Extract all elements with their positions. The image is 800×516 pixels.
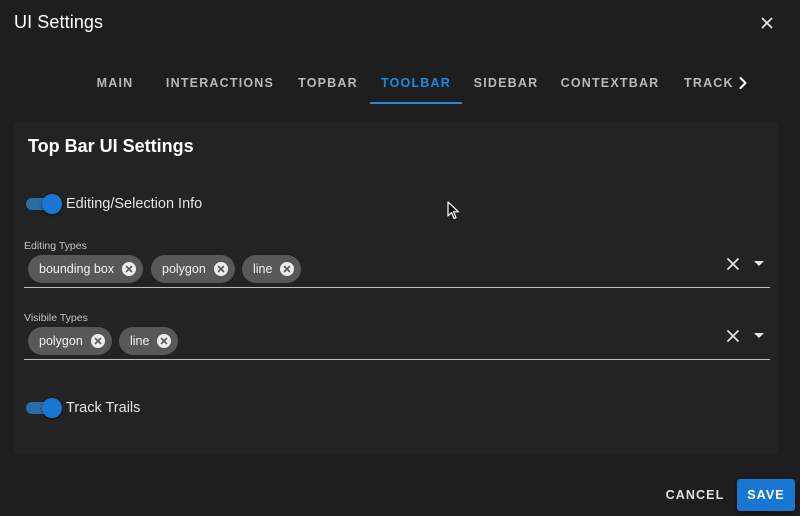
topbar-settings-card: Top Bar UI Settings Editing/Selection In…: [14, 122, 778, 454]
caret-down-icon: [754, 261, 764, 266]
switch-thumb: [42, 194, 62, 214]
chip-label: line: [130, 334, 150, 348]
tabs-next-button[interactable]: [732, 72, 754, 94]
clear-icon: [727, 330, 739, 342]
switch-thumb: [42, 398, 62, 418]
visible-types-underline: [24, 359, 770, 360]
settings-tabs: MAIN INTERACTIONS TOPBAR TOOLBAR SIDEBAR…: [80, 62, 760, 104]
chip-line: line: [242, 255, 301, 283]
clear-icon: [727, 258, 739, 270]
remove-chip-icon[interactable]: [280, 262, 294, 276]
close-icon: [761, 17, 773, 29]
chevron-right-icon: [739, 77, 747, 89]
track-trails-switch[interactable]: [24, 398, 62, 418]
editing-info-switch[interactable]: [24, 194, 62, 214]
tab-main[interactable]: MAIN: [80, 62, 150, 104]
remove-chip-icon[interactable]: [122, 262, 136, 276]
close-button[interactable]: [756, 12, 778, 34]
tab-contextbar[interactable]: CONTEXTBAR: [556, 62, 664, 104]
tab-sidebar[interactable]: SIDEBAR: [468, 62, 544, 104]
chip-polygon: polygon: [28, 327, 112, 355]
editing-info-label: Editing/Selection Info: [66, 196, 203, 212]
track-trails-label: Track Trails: [66, 400, 141, 416]
chip-bounding-box: bounding box: [28, 255, 143, 283]
save-button[interactable]: SAVE: [737, 479, 795, 511]
cancel-button[interactable]: CANCEL: [660, 480, 730, 510]
clear-editing-types-button[interactable]: [722, 253, 744, 275]
remove-chip-icon[interactable]: [157, 334, 171, 348]
active-tab-indicator: [370, 102, 462, 104]
visible-types-label: Visibile Types: [24, 312, 88, 324]
chip-label: polygon: [162, 262, 206, 276]
remove-chip-icon[interactable]: [214, 262, 228, 276]
tab-topbar[interactable]: TOPBAR: [290, 62, 366, 104]
editing-types-underline: [24, 287, 770, 288]
dialog-title: UI Settings: [14, 12, 104, 32]
caret-down-icon: [754, 333, 764, 338]
mouse-pointer-icon: [447, 201, 460, 220]
editing-types-dropdown-button[interactable]: [748, 253, 770, 275]
ui-settings-dialog: UI Settings MAIN INTERACTIONS TOPBAR TOO…: [0, 0, 800, 516]
tab-track[interactable]: TRACK: [684, 62, 734, 104]
card-title: Top Bar UI Settings: [28, 136, 194, 156]
chip-label: line: [253, 262, 273, 276]
tab-interactions[interactable]: INTERACTIONS: [162, 62, 278, 104]
chip-line: line: [119, 327, 178, 355]
chip-label: polygon: [39, 334, 83, 348]
remove-chip-icon[interactable]: [91, 334, 105, 348]
chip-polygon: polygon: [151, 255, 235, 283]
clear-visible-types-button[interactable]: [722, 325, 744, 347]
editing-types-label: Editing Types: [24, 240, 87, 252]
visible-types-dropdown-button[interactable]: [748, 325, 770, 347]
chip-label: bounding box: [39, 262, 115, 276]
tab-toolbar[interactable]: TOOLBAR: [370, 62, 462, 104]
